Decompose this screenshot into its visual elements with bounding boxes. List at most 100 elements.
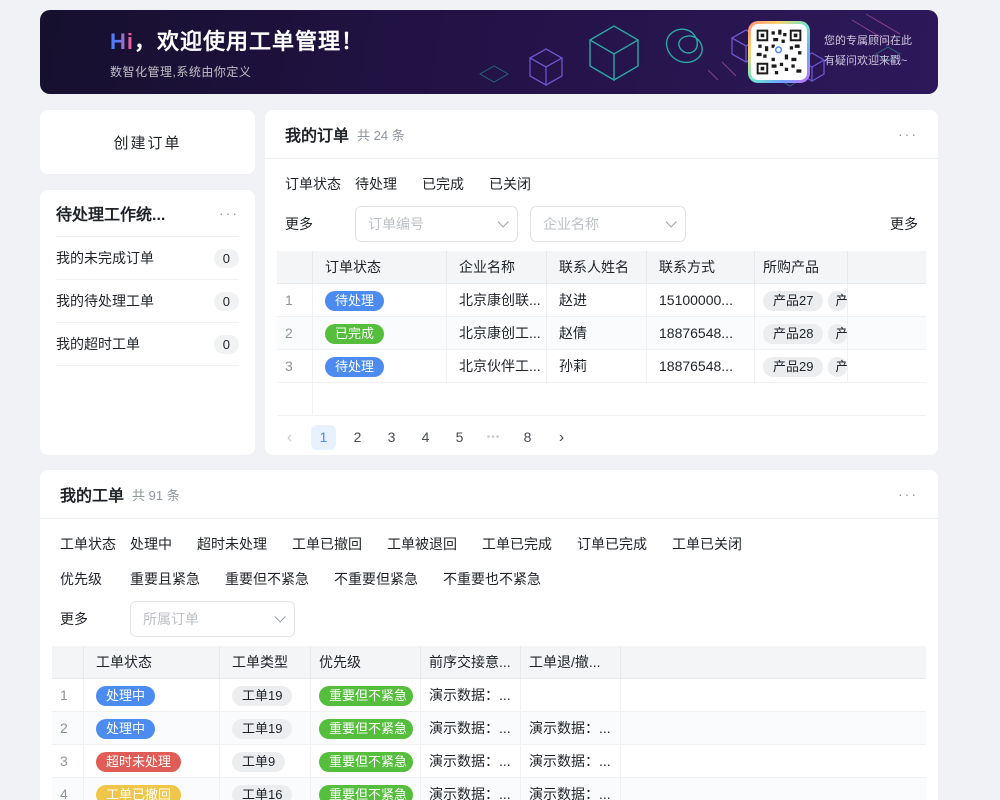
ticket-row-1[interactable]: 1 处理中 工单19 重要但不紧急 演示数据：... <box>52 679 926 712</box>
stat-row-pending-tickets[interactable]: 我的待处理工单 0 <box>56 280 239 323</box>
handover-cell: 演示数据：... <box>421 679 521 711</box>
tickets-table: 工单状态 工单类型 优先级 前序交接意... 工单退/撤... 1 处理中 工单… <box>52 646 926 800</box>
stats-card-header: 待处理工作统... ··· <box>56 190 239 237</box>
qr-code-frame <box>748 21 810 83</box>
row-index: 3 <box>277 350 313 382</box>
pagination-page-8[interactable]: 8 <box>515 425 540 450</box>
row-index: 2 <box>277 317 313 349</box>
order-number-select[interactable]: 订单编号 <box>355 206 518 242</box>
orders-table-header: 订单状态 企业名称 联系人姓名 联系方式 所购产品 <box>277 251 926 284</box>
parent-order-select[interactable]: 所属订单 <box>130 601 295 637</box>
tickets-card-title: 我的工单 <box>60 482 124 506</box>
status-badge-pending: 待处理 <box>325 291 384 311</box>
priority-badge: 重要但不紧急 <box>319 752 413 772</box>
empty-table-row <box>277 383 926 416</box>
filter-option-important-urgent[interactable]: 重要且紧急 <box>130 569 200 589</box>
contact-cell: 赵进 <box>547 284 647 316</box>
stat-count-badge: 0 <box>214 292 239 311</box>
order-row-3[interactable]: 3 待处理 北京伙伴工... 孙莉 18876548... 产品29产品 <box>277 350 926 383</box>
pagination-page-2[interactable]: 2 <box>345 425 370 450</box>
priority-badge: 重要但不紧急 <box>319 785 413 800</box>
status-badge-withdrawn: 工单已撤回 <box>96 785 181 800</box>
pagination-next-icon[interactable]: › <box>549 425 574 450</box>
ticket-type-pill: 工单19 <box>232 719 292 739</box>
filter-option-processing[interactable]: 处理中 <box>130 534 172 554</box>
product-pill: 产品28 <box>763 324 823 344</box>
priority-badge: 重要但不紧急 <box>319 719 413 739</box>
stat-row-unfinished-orders[interactable]: 我的未完成订单 0 <box>56 237 239 280</box>
tickets-count: 共 91 条 <box>132 485 180 504</box>
top-row: 创建订单 待处理工作统... ··· 我的未完成订单 0 我的待处理工单 0 我… <box>40 110 938 455</box>
handover-cell: 演示数据：... <box>421 778 521 800</box>
filter-option-returned[interactable]: 工单被退回 <box>387 534 457 554</box>
page: Hi，欢迎使用工单管理！ 数智化管理,系统由你定义 <box>0 0 938 800</box>
tickets-more-icon[interactable]: ··· <box>898 487 918 501</box>
row-index: 2 <box>52 712 84 744</box>
company-name-select[interactable]: 企业名称 <box>530 206 686 242</box>
ticket-row-4[interactable]: 4 工单已撤回 工单16 重要但不紧急 演示数据：... 演示数据：... <box>52 778 926 800</box>
orders-more-link[interactable]: 更多 <box>890 214 918 234</box>
handover-cell: 演示数据：... <box>421 712 521 744</box>
filter-option-not-important-urgent[interactable]: 不重要但紧急 <box>334 569 418 589</box>
stat-label: 我的未完成订单 <box>56 248 154 268</box>
handover-cell: 演示数据：... <box>421 745 521 777</box>
order-row-2[interactable]: 2 已完成 北京康创工... 赵倩 18876548... 产品28产品 <box>277 317 926 350</box>
ticket-type-pill: 工单16 <box>232 785 292 800</box>
pagination-page-4[interactable]: 4 <box>413 425 438 450</box>
status-badge-processing: 处理中 <box>96 719 155 739</box>
banner-qr-block: 您的专属顾问在此 有疑问欢迎来戳~ <box>748 21 912 83</box>
orders-filters: 订单状态 待处理 已完成 已关闭 更多 订单编号 企业名称 更多 <box>265 159 938 242</box>
phone-cell: 15100000... <box>647 284 755 316</box>
banner-greeting-rest: ，欢迎使用工单管理！ <box>134 29 364 54</box>
create-order-button[interactable]: 创建订单 <box>40 110 255 174</box>
pagination-page-1[interactable]: 1 <box>311 425 336 450</box>
filter-option-completed[interactable]: 已完成 <box>422 174 464 194</box>
stat-count-badge: 0 <box>214 249 239 268</box>
ticket-row-3[interactable]: 3 超时未处理 工单9 重要但不紧急 演示数据：... 演示数据：... <box>52 745 926 778</box>
empty-cell <box>848 284 926 316</box>
ticket-row-2[interactable]: 2 处理中 工单19 重要但不紧急 演示数据：... 演示数据：... <box>52 712 926 745</box>
phone-cell: 18876548... <box>647 350 755 382</box>
company-cell: 北京康创联... <box>447 284 547 316</box>
pagination-page-5[interactable]: 5 <box>447 425 472 450</box>
filter-option-overtime[interactable]: 超时未处理 <box>197 534 267 554</box>
empty-cell <box>848 350 926 382</box>
priority-filter-row: 优先级 重要且紧急 重要但不紧急 不重要但紧急 不重要也不紧急 <box>60 566 918 592</box>
filter-option-closed[interactable]: 已关闭 <box>489 174 531 194</box>
orders-card-title: 我的订单 <box>285 122 349 146</box>
filter-option-ticket-closed[interactable]: 工单已关闭 <box>672 534 742 554</box>
col-handover: 前序交接意... <box>421 646 521 678</box>
product-pill: 产品29 <box>763 357 823 377</box>
filter-option-order-done[interactable]: 订单已完成 <box>577 534 647 554</box>
order-number-placeholder: 订单编号 <box>368 214 497 234</box>
pagination-prev-icon[interactable]: ‹ <box>277 425 302 450</box>
col-contact: 联系人姓名 <box>547 251 647 283</box>
tickets-more-label: 更多 <box>60 609 130 629</box>
stats-more-icon[interactable]: ··· <box>219 206 239 220</box>
empty-cell <box>621 679 926 711</box>
pagination-page-3[interactable]: 3 <box>379 425 404 450</box>
filter-option-ticket-done[interactable]: 工单已完成 <box>482 534 552 554</box>
order-status-filter-row: 订单状态 待处理 已完成 已关闭 <box>285 171 918 197</box>
ticket-status-filter-row: 工单状态 处理中 超时未处理 工单已撤回 工单被退回 工单已完成 订单已完成 工… <box>60 531 918 557</box>
return-cell: 演示数据：... <box>521 712 621 744</box>
filter-option-important-not-urgent[interactable]: 重要但不紧急 <box>225 569 309 589</box>
banner-text-block: Hi，欢迎使用工单管理！ 数智化管理,系统由你定义 <box>110 24 748 80</box>
chevron-down-icon <box>665 216 676 227</box>
stats-card-title: 待处理工作统... <box>56 201 165 225</box>
filter-option-not-important-not-urgent[interactable]: 不重要也不紧急 <box>443 569 541 589</box>
order-row-1[interactable]: 1 待处理 北京康创联... 赵进 15100000... 产品27产品 <box>277 284 926 317</box>
stat-count-badge: 0 <box>214 335 239 354</box>
empty-cell <box>848 317 926 349</box>
pagination-ellipsis-icon[interactable]: ••• <box>481 425 506 450</box>
orders-table: 订单状态 企业名称 联系人姓名 联系方式 所购产品 1 待处理 北京康创联...… <box>277 251 926 416</box>
phone-cell: 18876548... <box>647 317 755 349</box>
banner-greeting-hi: Hi <box>110 29 134 54</box>
contact-cell: 孙莉 <box>547 350 647 382</box>
orders-more-icon[interactable]: ··· <box>898 127 918 141</box>
col-order-status: 订单状态 <box>313 251 447 283</box>
pending-stats-card: 待处理工作统... ··· 我的未完成订单 0 我的待处理工单 0 我的超时工单… <box>40 190 255 455</box>
stat-row-overtime-tickets[interactable]: 我的超时工单 0 <box>56 323 239 366</box>
filter-option-withdrawn[interactable]: 工单已撤回 <box>292 534 362 554</box>
filter-option-pending[interactable]: 待处理 <box>355 174 397 194</box>
